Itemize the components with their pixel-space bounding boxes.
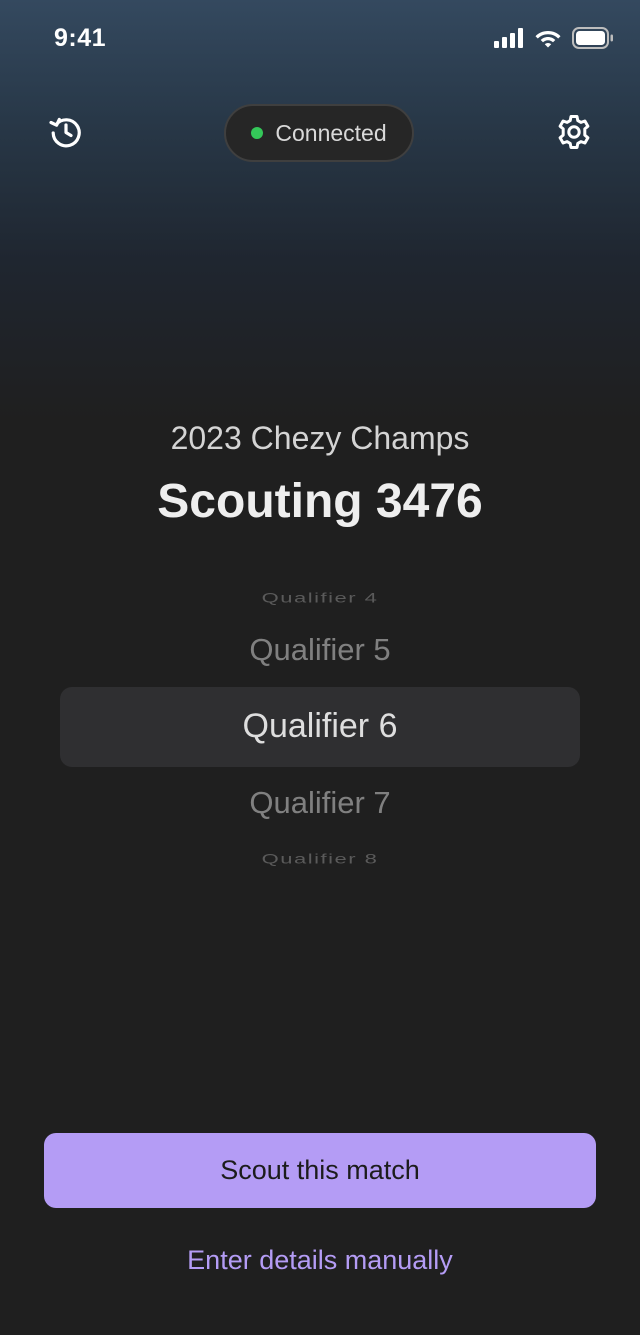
connected-dot-icon bbox=[251, 127, 264, 139]
picker-option[interactable]: Qualifier 4 bbox=[0, 590, 640, 606]
status-bar: 9:41 bbox=[0, 0, 640, 80]
battery-icon bbox=[572, 26, 614, 54]
picker-option-selected[interactable]: Qualifier 6 bbox=[0, 707, 640, 746]
enter-details-manually-link[interactable]: Enter details manually bbox=[0, 1245, 640, 1276]
picker-option[interactable]: Qualifier 5 bbox=[0, 632, 640, 668]
history-icon bbox=[48, 114, 84, 155]
scout-match-button[interactable]: Scout this match bbox=[44, 1133, 596, 1208]
app-screen: 9:41 Connected 2023 Chezy Champs Scoutin… bbox=[0, 0, 640, 1335]
status-icons bbox=[494, 26, 614, 54]
match-picker[interactable]: Qualifier 4 Qualifier 5 Qualifier 6 Qual… bbox=[0, 570, 640, 880]
event-name: 2023 Chezy Champs bbox=[170, 420, 470, 456]
connection-status-pill[interactable]: Connected bbox=[224, 104, 414, 162]
connection-status-label: Connected bbox=[275, 119, 387, 146]
page-title: Scouting 3476 bbox=[157, 475, 483, 528]
settings-button[interactable] bbox=[552, 112, 596, 156]
cellular-signal-icon bbox=[494, 27, 524, 53]
gear-icon bbox=[555, 113, 593, 156]
status-time: 9:41 bbox=[54, 24, 107, 52]
history-button[interactable] bbox=[44, 112, 88, 156]
wifi-icon bbox=[534, 27, 562, 53]
picker-option[interactable]: Qualifier 8 bbox=[0, 851, 640, 867]
picker-option[interactable]: Qualifier 7 bbox=[0, 785, 640, 821]
